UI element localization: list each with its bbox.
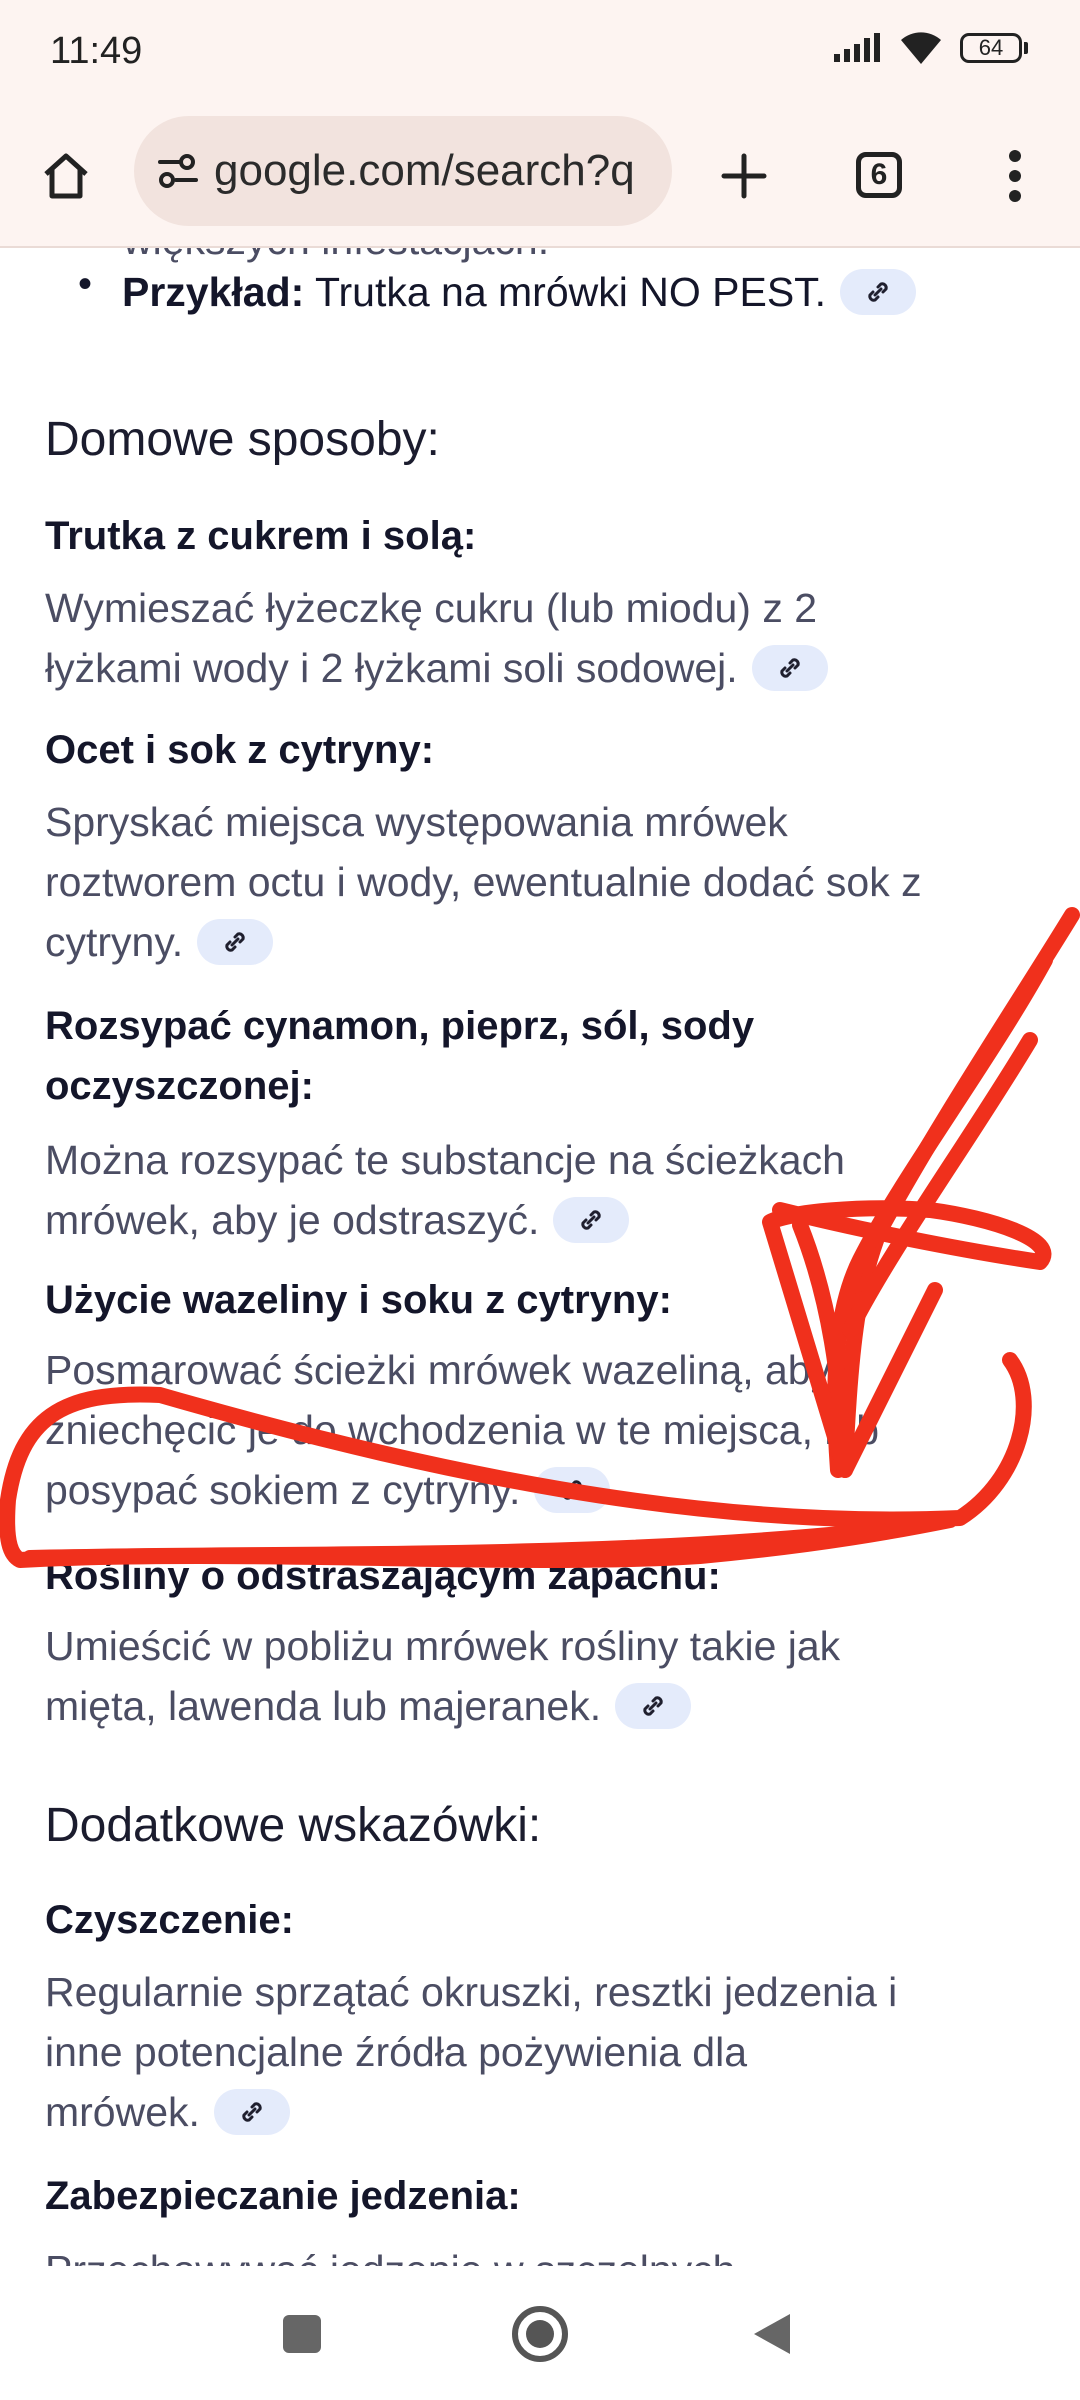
status-bar: 11:49 64: [0, 0, 1080, 104]
item-title: Rośliny o odstraszającym zapachu:: [45, 1554, 721, 1598]
item-title: Zabezpieczanie jedzenia:: [45, 2174, 521, 2218]
source-link-chip[interactable]: [615, 1683, 692, 1730]
item-title: Użycie wazeliny i soku z cytryny:: [45, 1278, 672, 1322]
address-bar[interactable]: google.com/search?q: [134, 116, 672, 226]
home-button[interactable]: [32, 142, 100, 210]
example-bullet: Przykład: Trutka na mrówki NO PEST.: [122, 262, 1072, 322]
item-text: Wymieszać łyżeczkę cukru (lub miodu) z 2…: [45, 578, 1045, 698]
item-text: Regularnie sprzątać okruszki, resztki je…: [45, 1969, 898, 2136]
section-heading-tips: Dodatkowe wskazówki:: [45, 1799, 542, 1852]
browser-toolbar: google.com/search?q 6: [0, 104, 1080, 248]
site-settings-icon[interactable]: [156, 151, 200, 191]
more-menu-button[interactable]: [985, 134, 1045, 218]
wifi-icon: [901, 32, 941, 64]
status-icons: 64: [832, 30, 1028, 66]
item-text: Umieścić w pobliżu mrówek rośliny takie …: [45, 1623, 841, 1730]
link-icon: [779, 658, 800, 678]
source-link-chip[interactable]: [534, 1467, 611, 1514]
status-time: 11:49: [50, 30, 143, 72]
link-icon: [562, 1480, 583, 1500]
plus-icon: [721, 153, 767, 199]
link-icon: [225, 932, 245, 952]
item-title: Ocet i sok z cytryny:: [45, 728, 435, 772]
item-title: Trutka z cukrem i solą:: [45, 514, 477, 558]
item-text: Spryskać miejsca występowania mrówek roz…: [45, 799, 922, 966]
section-heading-home-methods: Domowe sposoby:: [45, 413, 440, 466]
link-icon: [242, 2102, 262, 2122]
source-link-chip[interactable]: [751, 645, 828, 692]
source-link-chip[interactable]: [553, 1197, 630, 1244]
more-vert-icon: [1009, 150, 1021, 202]
battery-level: 64: [960, 33, 1022, 63]
signal-icon: [834, 33, 880, 62]
battery-icon: 64: [960, 33, 1028, 63]
example-text: Trutka na mrówki NO PEST.: [314, 269, 827, 315]
url-text[interactable]: google.com/search?q: [214, 146, 635, 196]
source-link-chip[interactable]: [197, 919, 274, 966]
home-icon: [44, 153, 88, 199]
bullet-dot: •: [78, 262, 93, 306]
tab-switcher-button[interactable]: 6: [848, 144, 910, 206]
new-tab-button[interactable]: [712, 134, 776, 218]
item-title: Rozsypać cynamon, pieprz, sól, sody oczy…: [45, 1004, 755, 1108]
item-text: Można rozsypać te substancje na ścieżkac…: [45, 1137, 845, 1244]
link-icon: [643, 1696, 663, 1716]
link-icon: [868, 282, 888, 302]
item-title: Czyszczenie:: [45, 1898, 294, 1942]
back-button[interactable]: [750, 2310, 794, 2358]
item-text: Przechowywać jedzenie w szczelnych: [45, 2240, 1045, 2266]
tab-count: 6: [856, 152, 902, 198]
system-nav-bar: [0, 2266, 1080, 2400]
link-icon: [581, 1210, 602, 1230]
item-text: Posmarować ścieżki mrówek wazeliną, aby …: [45, 1347, 880, 1514]
search-result-content: większych infestacjach. • Przykład: Trut…: [0, 248, 1080, 2266]
source-link-chip[interactable]: [840, 269, 917, 316]
recents-button[interactable]: [280, 2312, 324, 2356]
source-link-chip[interactable]: [213, 2089, 290, 2136]
example-label: Przykład:: [122, 269, 305, 315]
home-nav-button[interactable]: [508, 2302, 572, 2366]
